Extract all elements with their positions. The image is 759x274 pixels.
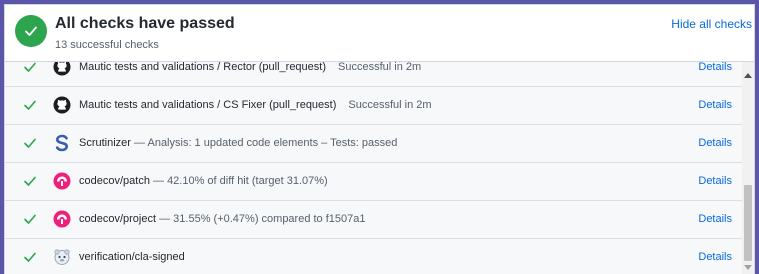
check-row: codecov/project — 31.55% (+0.47%) compar… bbox=[5, 201, 742, 239]
check-mark-icon bbox=[24, 252, 36, 262]
check-text: codecov/project — 31.55% (+0.47%) compar… bbox=[79, 201, 366, 238]
check-description: Analysis: 1 updated code elements – Test… bbox=[147, 137, 398, 149]
cla-bot-icon bbox=[54, 249, 70, 265]
check-row: codecov/patch — 42.10% of diff hit (targ… bbox=[5, 163, 742, 201]
details-link[interactable]: Details bbox=[698, 163, 732, 200]
check-separator: — bbox=[149, 175, 168, 187]
check-row: Mautic tests and validations / CS Fixer … bbox=[5, 87, 742, 125]
check-description: 42.10% of diff hit (target 31.07%) bbox=[167, 175, 328, 187]
check-text: Mautic tests and validations / CS Fixer … bbox=[79, 87, 432, 124]
check-text: codecov/patch — 42.10% of diff hit (targ… bbox=[79, 163, 328, 200]
check-text: Scrutinizer — Analysis: 1 updated code e… bbox=[79, 125, 397, 162]
check-text: verification/cla-signed bbox=[79, 239, 185, 274]
check-name: Mautic tests and validations / Rector (p… bbox=[79, 61, 327, 73]
scroll-down-arrow-icon[interactable] bbox=[744, 265, 752, 270]
details-link[interactable]: Details bbox=[698, 239, 732, 274]
checks-title: All checks have passed bbox=[55, 15, 235, 32]
check-mark-icon bbox=[24, 62, 36, 72]
check-name: codecov/patch bbox=[79, 175, 150, 187]
checks-subtitle: 13 successful checks bbox=[55, 39, 159, 51]
vertical-scrollbar[interactable] bbox=[742, 61, 754, 274]
details-link[interactable]: Details bbox=[698, 125, 732, 162]
checks-panel: All checks have passed 13 successful che… bbox=[4, 4, 755, 274]
scrutinizer-icon bbox=[55, 134, 69, 152]
check-mark-icon bbox=[24, 100, 36, 110]
check-separator: — bbox=[156, 213, 174, 225]
github-icon bbox=[53, 96, 71, 114]
scroll-up-arrow-icon[interactable] bbox=[744, 73, 752, 78]
checks-header: All checks have passed 13 successful che… bbox=[5, 5, 754, 62]
codecov-icon bbox=[53, 210, 71, 228]
check-name: verification/cla-signed bbox=[79, 251, 185, 263]
success-check-icon bbox=[15, 15, 47, 47]
check-row: Scrutinizer — Analysis: 1 updated code e… bbox=[5, 125, 742, 163]
check-description: Successful in 2m bbox=[348, 99, 432, 111]
details-link[interactable]: Details bbox=[698, 87, 732, 124]
check-mark-icon bbox=[24, 138, 36, 148]
details-link[interactable]: Details bbox=[698, 201, 732, 238]
check-name: codecov/project bbox=[79, 213, 157, 225]
check-description: 31.55% (+0.47%) compared to f1507a1 bbox=[173, 213, 366, 225]
checks-list: Mautic tests and validations / Rector (p… bbox=[5, 49, 742, 274]
check-row: verification/cla-signed Details bbox=[5, 239, 742, 274]
check-name: Mautic tests and validations / CS Fixer … bbox=[79, 99, 337, 111]
check-description: Successful in 2m bbox=[338, 61, 422, 73]
check-separator: — bbox=[130, 137, 148, 149]
hide-all-checks-link[interactable]: Hide all checks bbox=[671, 17, 752, 31]
codecov-icon bbox=[53, 172, 71, 190]
scroll-thumb[interactable] bbox=[744, 185, 752, 261]
check-mark-icon bbox=[24, 176, 36, 186]
check-name: Scrutinizer bbox=[79, 137, 131, 149]
check-mark-icon bbox=[24, 214, 36, 224]
